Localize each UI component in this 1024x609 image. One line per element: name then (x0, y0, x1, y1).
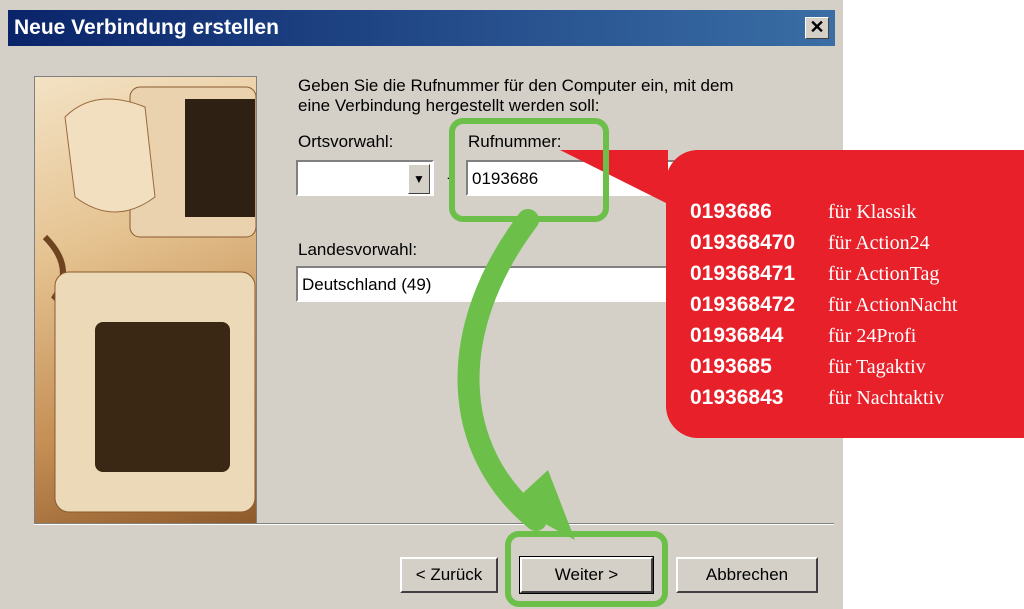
curved-arrow-icon (457, 209, 575, 540)
